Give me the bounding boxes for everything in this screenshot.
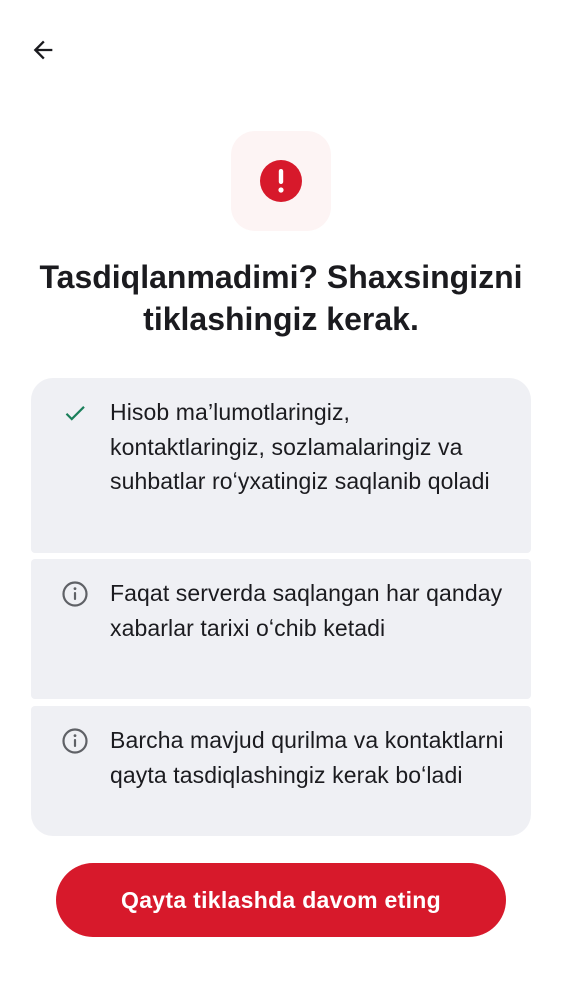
info-icon (61, 580, 89, 608)
alert-icon-tile (231, 131, 331, 231)
back-button[interactable] (23, 30, 63, 70)
continue-reset-button[interactable]: Qayta tiklashda davom eting (56, 863, 506, 937)
check-icon (61, 399, 89, 427)
info-card-text: Faqat serverda saqlangan har qanday xaba… (110, 580, 503, 641)
reset-identity-screen: Tasdiqlanmadimi? Shaxsingizni tiklashing… (0, 0, 562, 1000)
info-card-kept-data: Hisob ma’lumotlaringiz, kontaktlaringiz,… (31, 378, 531, 553)
info-card-history-lost: Faqat serverda saqlangan har qanday xaba… (31, 559, 531, 699)
arrow-left-icon (33, 40, 53, 60)
page-title: Tasdiqlanmadimi? Shaxsingizni tiklashing… (39, 259, 523, 337)
info-card-text: Hisob ma’lumotlaringiz, kontaktlaringiz,… (110, 399, 490, 494)
info-icon (61, 727, 89, 755)
info-card-reverify: Barcha mavjud qurilma va kontaktlarni qa… (31, 706, 531, 836)
info-card-text: Barcha mavjud qurilma va kontaktlarni qa… (110, 727, 504, 788)
exclamation-circle-icon (260, 160, 302, 202)
